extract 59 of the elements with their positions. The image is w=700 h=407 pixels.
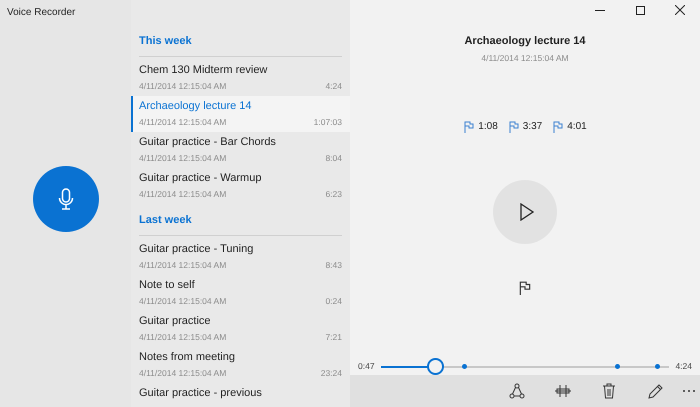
microphone-icon: [58, 188, 74, 210]
flag-icon: [463, 120, 476, 133]
recording-duration: 23:24: [320, 367, 342, 380]
recording-duration: 6:23: [325, 188, 342, 201]
recording-item[interactable]: Note to self 4/11/2014 12:15:04 AM 0:24: [131, 275, 350, 311]
recording-title: Guitar practice - previous: [139, 386, 263, 400]
recording-item[interactable]: Guitar practice 4/11/2014 12:15:04 AM 7:21: [131, 311, 350, 347]
recording-date: 4/11/2014 12:15:04 AM: [481, 52, 569, 64]
recording-date: 4/11/2014 12:15:04 AM: [139, 259, 226, 272]
recording-item[interactable]: Guitar practice - Warmup 4/11/2014 12:15:04 AM 6:23: [131, 168, 350, 204]
recording-item[interactable]: Notes from meeting 4/11/2014 12:15:04 AM 23:24: [131, 347, 350, 383]
recording-duration: 7:21: [325, 331, 342, 344]
recording-item[interactable]: Guitar practice - Bar Chords 4/11/2014 12:15:04 AM 8:04: [131, 132, 350, 168]
recording-title: Note to self: [139, 278, 196, 292]
recording-duration: 8:43: [325, 259, 342, 272]
flag-icon: [518, 281, 532, 296]
seek-track[interactable]: [380, 366, 670, 368]
recording-title: Notes from meeting: [139, 350, 236, 364]
window-title: Voice Recorder: [6, 6, 76, 16]
elapsed-time: 0:47: [358, 360, 375, 374]
recording-duration: 0:24: [325, 295, 342, 308]
recording-date: 4/11/2014 12:15:04 AM: [139, 80, 226, 93]
recording-title: Guitar practice: [139, 314, 212, 328]
recording-duration: 4:24: [325, 80, 342, 93]
recording-date: 4/11/2014 12:15:04 AM: [139, 331, 226, 344]
more-icon: [683, 390, 695, 392]
trash-icon: [602, 383, 616, 400]
recording-date: 4/11/2014 12:15:04 AM: [139, 367, 226, 380]
group-heading: Last week: [139, 214, 192, 226]
recording-title: Guitar practice - Tuning: [139, 242, 254, 256]
recording-item[interactable]: Archaeology lecture 14 4/11/2014 12:15:04 AM 1:07:03: [131, 96, 350, 132]
total-time: 4:24: [675, 360, 692, 374]
recording-title: Guitar practice - Bar Chords: [139, 135, 277, 149]
flag-marker-button[interactable]: 3:37: [508, 119, 542, 134]
recording-date: 4/11/2014 12:15:04 AM: [139, 295, 226, 308]
recording-title: Archaeology lecture 14: [464, 34, 586, 49]
recording-date: 4/11/2014 12:15:04 AM: [139, 116, 226, 129]
flag-marker-button[interactable]: 1:08: [463, 119, 498, 134]
recording-item[interactable]: Guitar practice - previous: [131, 383, 350, 401]
recording-title: Guitar practice - Warmup: [139, 171, 262, 185]
recording-title: Chem 130 Midterm review: [139, 63, 268, 77]
recording-duration: 1:07:03: [314, 116, 342, 129]
pencil-icon: [648, 384, 662, 399]
recording-title: Archaeology lecture 14: [139, 99, 253, 113]
trim-icon: [555, 384, 571, 398]
recording-date: 4/11/2014 12:15:04 AM: [139, 152, 226, 165]
recording-date: 4/11/2014 12:15:04 AM: [139, 188, 226, 201]
recording-item[interactable]: Guitar practice - Tuning 4/11/2014 12:15:04 AM 8:43: [131, 239, 350, 275]
flag-marker-button[interactable]: 4:01: [552, 119, 587, 134]
recording-duration: 8:04: [325, 152, 342, 165]
flag-icon: [552, 120, 564, 133]
play-icon: [520, 203, 534, 222]
maximize-icon: [636, 6, 644, 14]
close-icon: [675, 5, 685, 15]
group-heading: This week: [139, 35, 192, 47]
flag-icon: [508, 120, 520, 133]
share-icon: [509, 383, 525, 400]
recording-item[interactable]: Chem 130 Midterm review 4/11/2014 12:15:04 AM 4:24: [131, 60, 350, 96]
seek-thumb[interactable]: [426, 358, 444, 376]
